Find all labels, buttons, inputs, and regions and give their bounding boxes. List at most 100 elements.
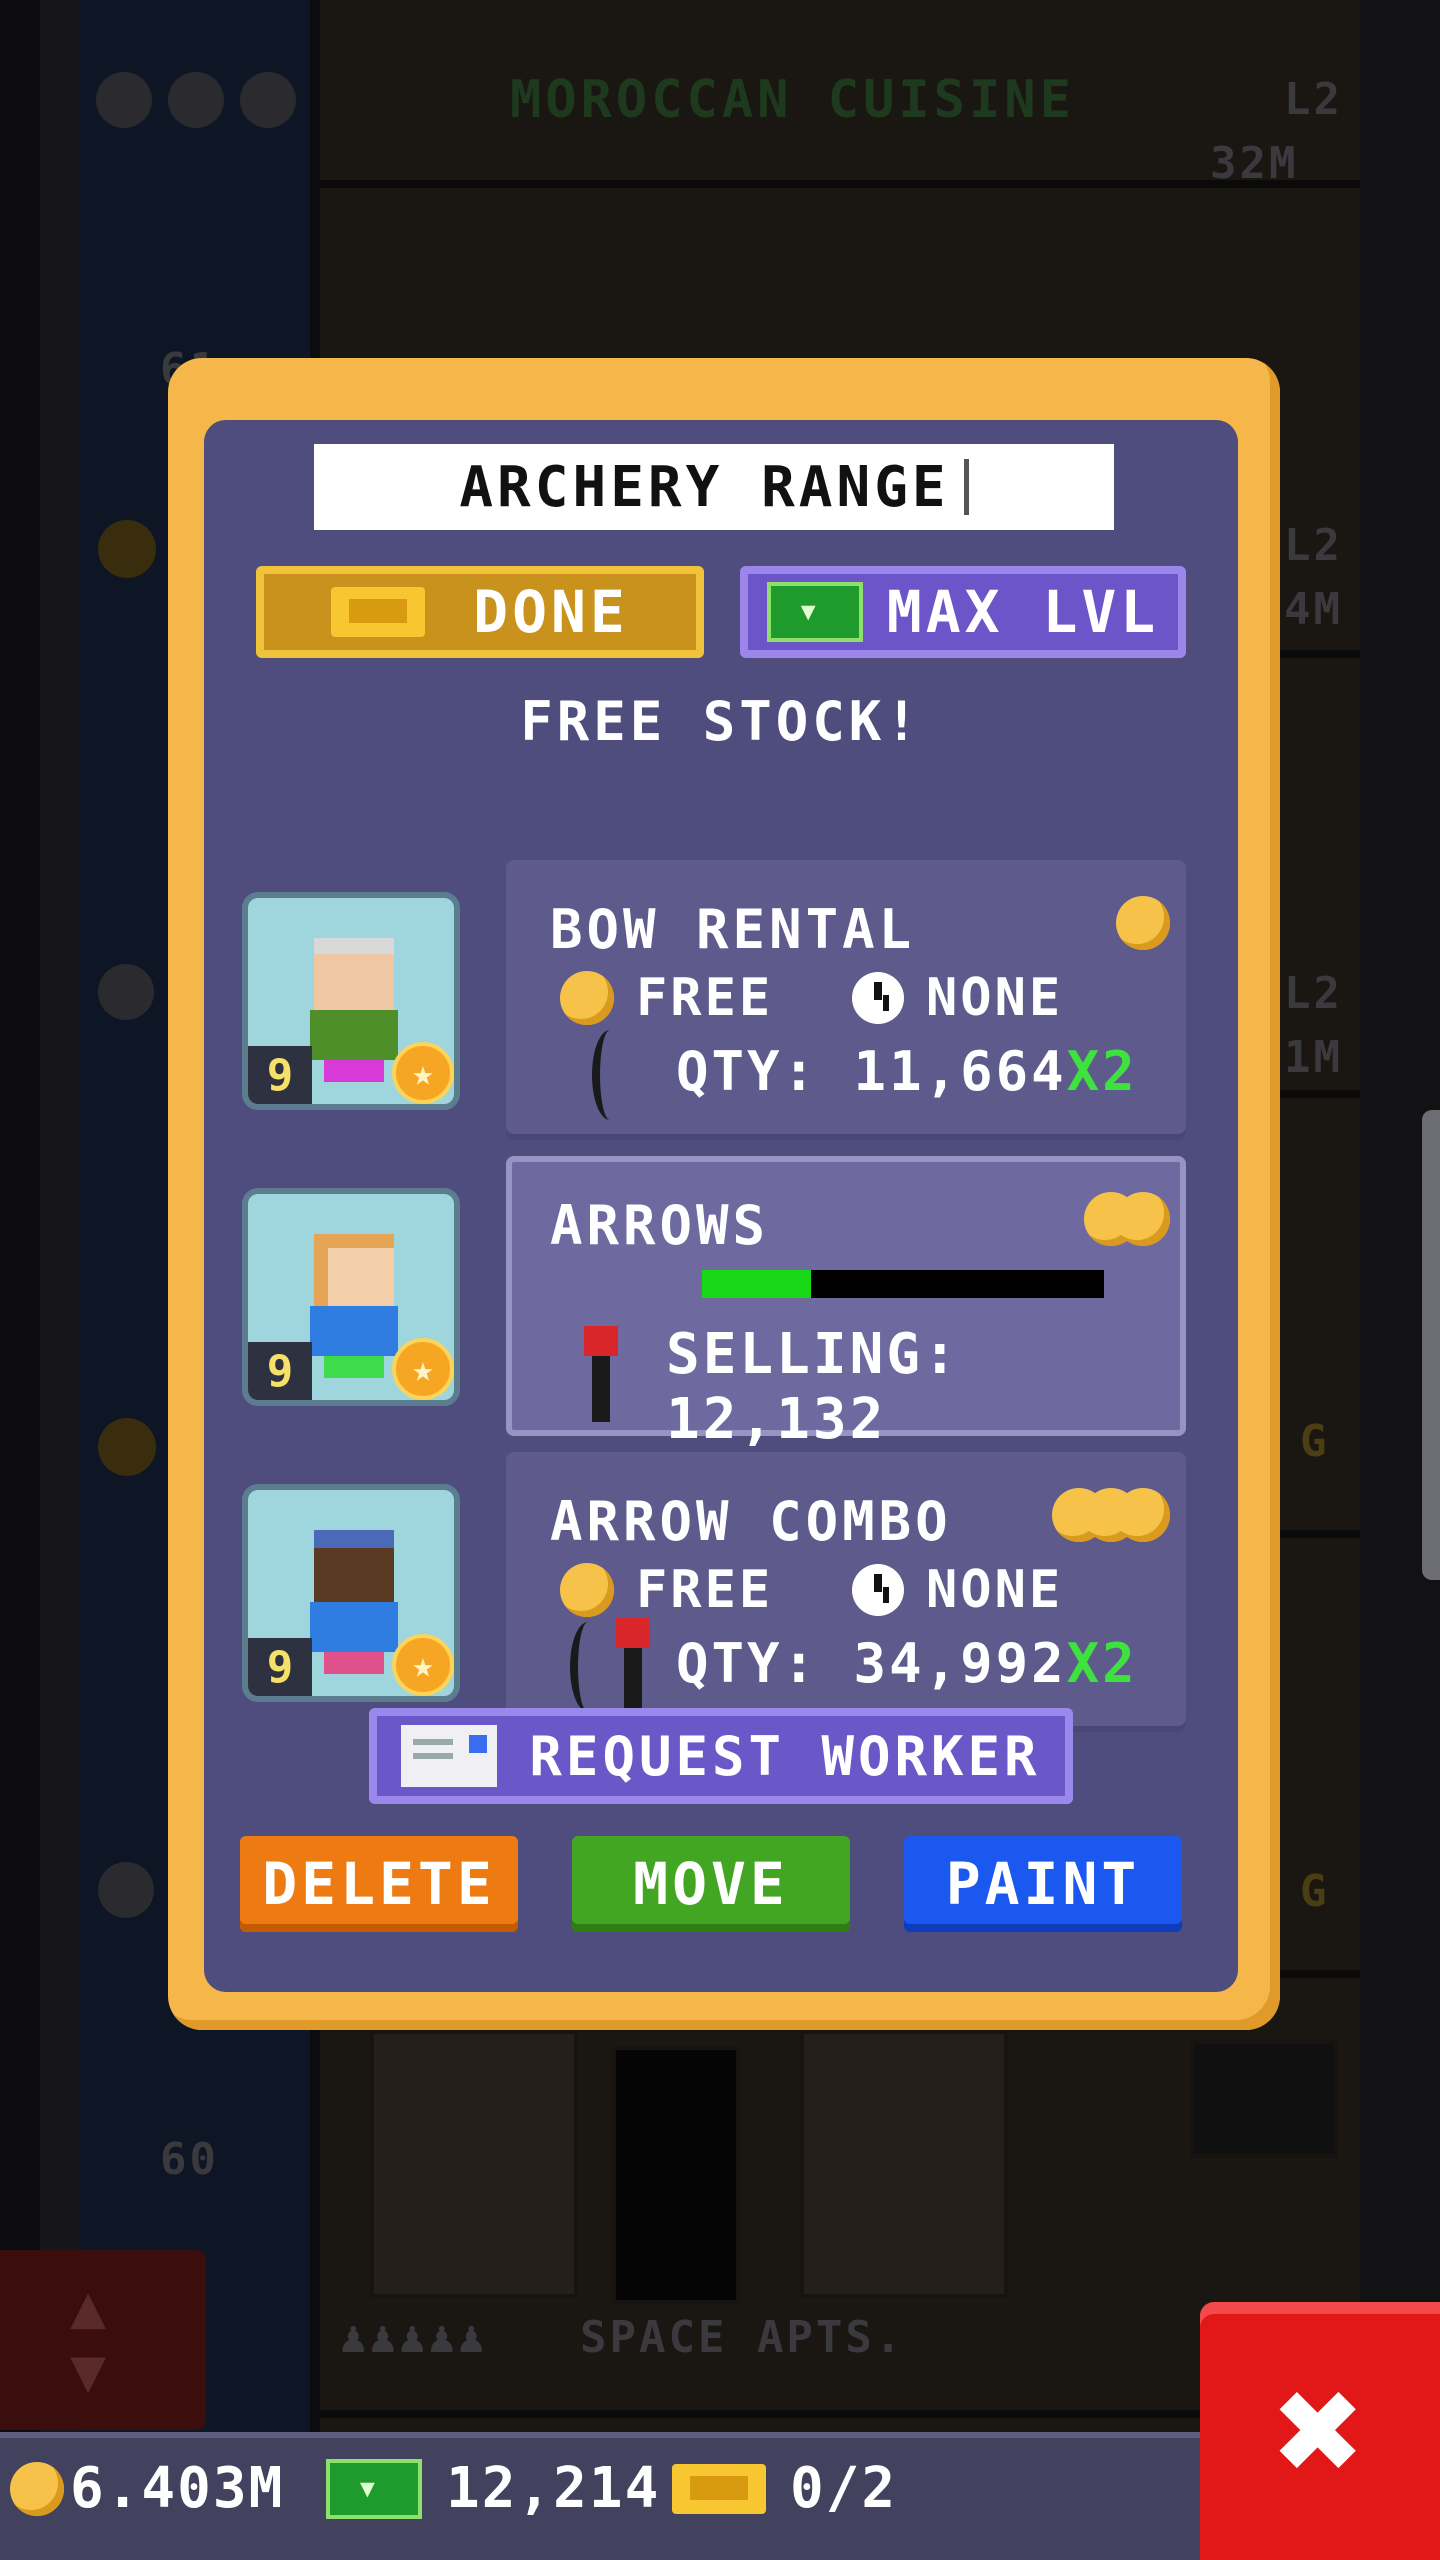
worker-avatar [306, 1530, 402, 1680]
close-button[interactable]: ✖ [1200, 2302, 1440, 2560]
floor-dialog: ARCHERY RANGE DONE MAX LVL FREE STOCK! 9… [168, 358, 1280, 2030]
stock-quantity: QTY: 34,992X2 [676, 1632, 1138, 1695]
floor-star-icon [240, 72, 296, 128]
arrow-icon [616, 1618, 650, 1714]
floor-badge: G [1300, 1866, 1330, 1917]
coins-counter[interactable]: 6.403M [10, 2456, 284, 2521]
stock-item-title: BOW RENTAL [550, 898, 916, 961]
coin-icon [560, 971, 614, 1025]
price-option-label: FREE [636, 968, 774, 1028]
floor-star-icon [96, 72, 152, 128]
stock-item-card[interactable]: BOW RENTAL FREE NONE QTY: 11,664X2 [506, 860, 1186, 1140]
arrow-up-icon: ▲ [70, 2272, 107, 2342]
elevator-button[interactable]: ▲ ▼ [0, 2250, 206, 2430]
worker-level-badge: 9 [248, 1342, 312, 1400]
delete-button[interactable]: DELETE [240, 1836, 518, 1932]
floor-coin-icon [98, 1418, 156, 1476]
floor-number: 60 [160, 2134, 219, 2185]
ticket-icon [331, 587, 426, 637]
coin-icon [1116, 1192, 1170, 1246]
quantity-multiplier: X2 [1066, 1040, 1138, 1103]
worker-avatar [306, 1234, 402, 1384]
done-label: DONE [473, 578, 629, 646]
worker-level-badge: 9 [248, 1046, 312, 1104]
bux-icon [326, 2458, 422, 2519]
stock-item-card-selling[interactable]: ARROWS SELLING: 12,132 [506, 1156, 1186, 1452]
floor-divider [320, 180, 1360, 188]
free-stock-label: FREE STOCK! [520, 690, 922, 753]
stock-item-title: ARROW COMBO [550, 1490, 952, 1553]
side-scroll-handle[interactable] [1422, 1110, 1440, 1580]
floor-residents-icon: ♟♟♟♟♟ [340, 2312, 488, 2363]
request-worker-button[interactable]: REQUEST WORKER [369, 1708, 1073, 1804]
time-option: NONE [852, 968, 1063, 1028]
selling-progress-bar [702, 1270, 1104, 1298]
floor-name-input[interactable]: ARCHERY RANGE [314, 444, 1114, 530]
tickets-counter[interactable]: 0/2 [672, 2456, 897, 2521]
worker-avatar [306, 938, 402, 1088]
coin-icon [560, 1563, 614, 1617]
bux-counter[interactable]: 12,214 [326, 2456, 660, 2521]
quantity-multiplier: X2 [1066, 1632, 1138, 1695]
tickets-value: 0/2 [790, 2456, 898, 2521]
arrow-down-icon: ▼ [70, 2336, 107, 2406]
bux-value: 12,214 [446, 2456, 661, 2521]
stock-item-card[interactable]: ARROW COMBO FREE NONE QTY: 34,992X2 [506, 1452, 1186, 1732]
floor-level: L2 [1284, 74, 1343, 125]
clock-icon [852, 972, 904, 1024]
room-window [370, 2030, 578, 2298]
worker-portrait[interactable]: 9 ★ [242, 1188, 460, 1406]
price-option-label: FREE [636, 1560, 774, 1620]
close-icon: ✖ [1274, 2344, 1366, 2518]
bow-icon [592, 1030, 628, 1120]
floor-level: L2 [1284, 520, 1343, 571]
item-tier-coins [1052, 1488, 1170, 1542]
dream-job-star-icon: ★ [392, 1042, 454, 1104]
request-worker-label: REQUEST WORKER [529, 1724, 1041, 1788]
floor-star-icon [98, 964, 154, 1020]
done-button[interactable]: DONE [256, 566, 704, 658]
max-level-label: MAX LVL [886, 578, 1160, 646]
floor-star-icon [168, 72, 224, 128]
quantity-value: QTY: 11,664 [676, 1040, 1067, 1103]
arrow-icon [584, 1326, 618, 1422]
dialog-panel: ARCHERY RANGE DONE MAX LVL FREE STOCK! 9… [204, 420, 1238, 1992]
ticket-icon [672, 2463, 766, 2514]
paint-button[interactable]: PAINT [904, 1836, 1182, 1932]
dream-job-star-icon: ★ [392, 1338, 454, 1400]
item-tier-coins [1116, 896, 1170, 950]
floor-value: 4M [1284, 584, 1343, 635]
clock-icon [852, 1564, 904, 1616]
floor-name: SPACE APTS. [580, 2312, 905, 2363]
price-option: FREE [560, 968, 773, 1028]
floor-badge: G [1300, 1416, 1330, 1467]
dream-job-star-icon: ★ [392, 1634, 454, 1696]
max-level-button[interactable]: MAX LVL [740, 566, 1186, 658]
worker-portrait[interactable]: 9 ★ [242, 1484, 460, 1702]
selling-progress-fill [702, 1270, 811, 1298]
quantity-value: QTY: 34,992 [676, 1632, 1067, 1695]
item-tier-coins [1084, 1192, 1170, 1246]
bow-icon [570, 1622, 606, 1712]
coin-icon [10, 2461, 64, 2516]
floor-value: 32M [1210, 138, 1299, 189]
room-door [612, 2046, 740, 2304]
coin-icon [1116, 1488, 1170, 1542]
selling-count: SELLING: 12,132 [666, 1322, 960, 1452]
time-option: NONE [852, 1560, 1063, 1620]
mail-icon [401, 1725, 498, 1787]
floor-coin-icon [98, 520, 156, 578]
text-caret [963, 459, 969, 515]
floor-star-icon [98, 1862, 154, 1918]
floor-name-value: ARCHERY RANGE [459, 454, 950, 520]
floor-level: L2 [1284, 968, 1343, 1019]
worker-portrait[interactable]: 9 ★ [242, 892, 460, 1110]
room-window [800, 2030, 1008, 2298]
floor-value: 1M [1284, 1032, 1343, 1083]
coins-value: 6.403M [70, 2456, 285, 2521]
move-button[interactable]: MOVE [572, 1836, 850, 1932]
coin-icon [1116, 896, 1170, 950]
bux-icon [766, 582, 863, 642]
floor-name: MOROCCAN CUISINE [510, 70, 1075, 130]
stock-quantity: QTY: 11,664X2 [676, 1040, 1138, 1103]
